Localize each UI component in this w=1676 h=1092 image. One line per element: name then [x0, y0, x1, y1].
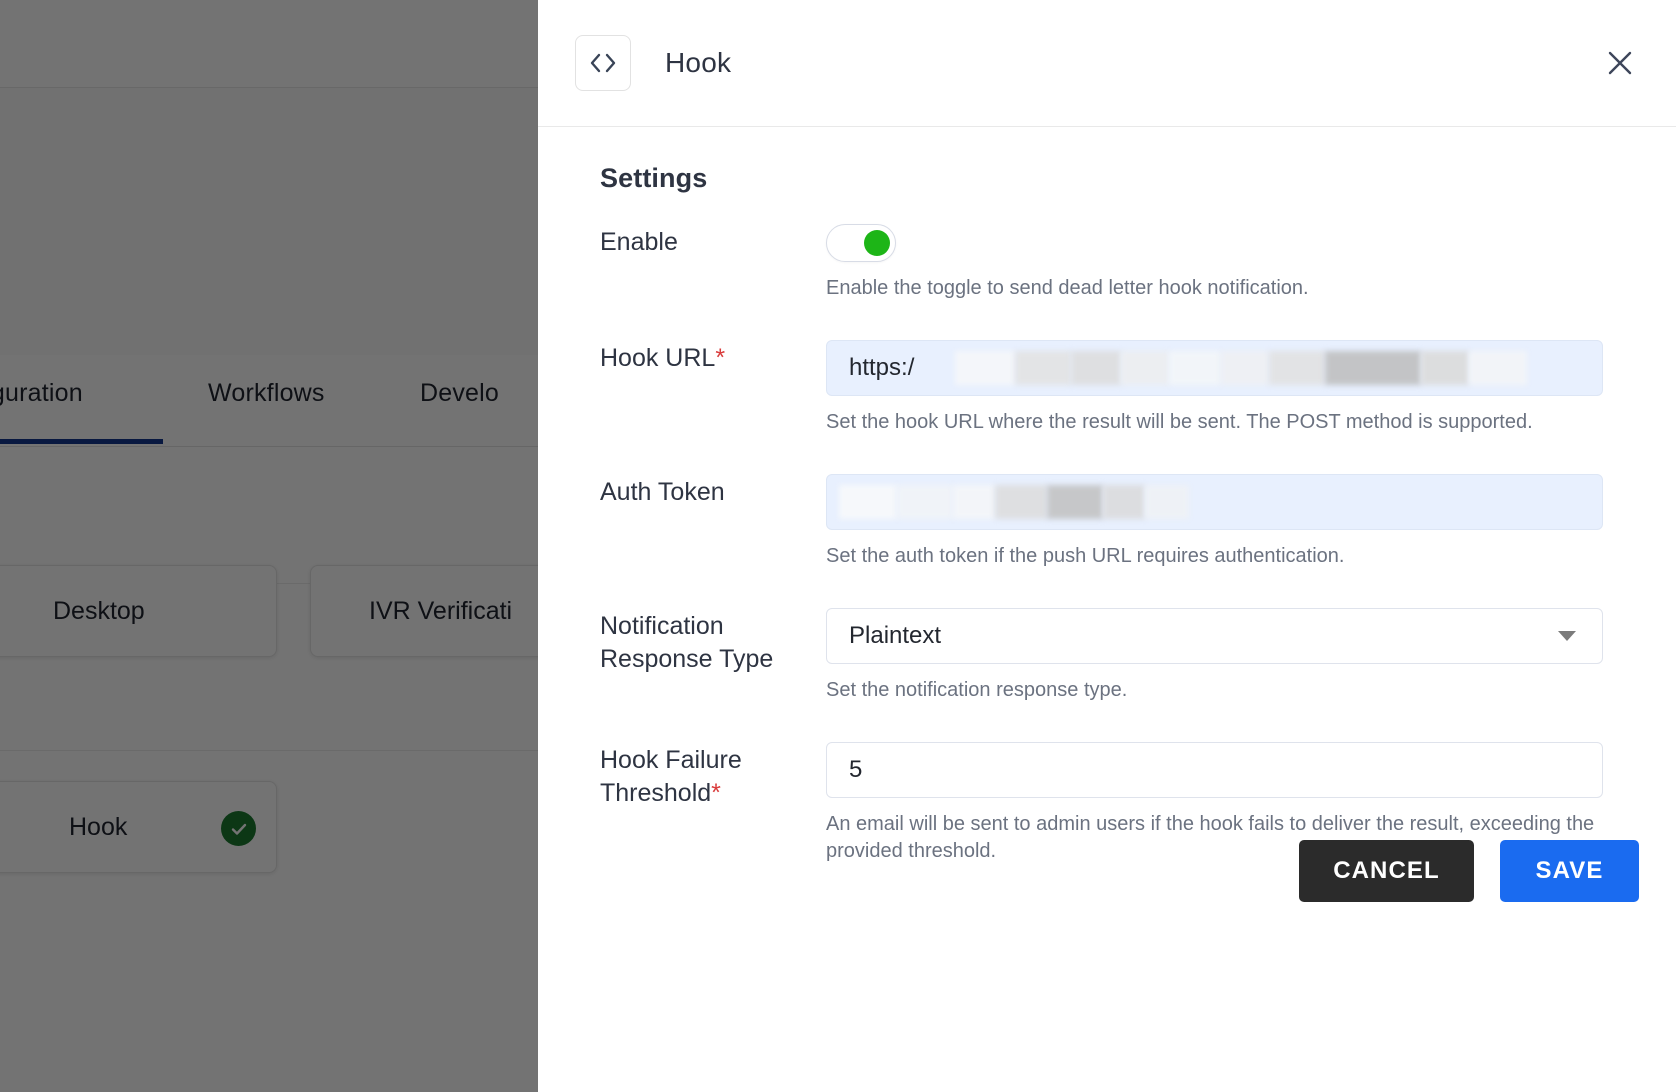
redacted-block — [1325, 351, 1421, 385]
field-row-auth-token: Auth Token Set the auth token if the pus… — [575, 474, 1639, 570]
redacted-block — [1121, 351, 1169, 385]
hook-url-label-text: Hook URL — [600, 344, 716, 372]
redacted-block — [897, 485, 953, 519]
panel-title: Hook — [665, 47, 732, 78]
close-icon[interactable] — [1600, 43, 1640, 83]
hook-failure-threshold-label: Hook Failure Threshold* — [575, 742, 826, 811]
redacted-block — [1421, 351, 1469, 385]
redacted-block — [1269, 351, 1325, 385]
redacted-block — [839, 485, 897, 519]
redacted-block — [1015, 351, 1071, 385]
panel-body: Settings Enable Enable the toggle to sen… — [538, 127, 1676, 1092]
notification-response-type-value: Plaintext — [849, 622, 942, 649]
hook-failure-threshold-value: 5 — [849, 756, 863, 783]
chevron-down-icon — [1558, 631, 1576, 641]
modal-scrim[interactable] — [0, 0, 538, 1092]
enable-hint: Enable the toggle to send dead letter ho… — [826, 277, 1309, 299]
hook-failure-threshold-input[interactable]: 5 — [826, 742, 1603, 798]
redacted-block — [955, 351, 1015, 385]
hook-url-label: Hook URL* — [575, 340, 826, 375]
hook-settings-panel: Hook Settings Enable Enable the toggle t… — [538, 0, 1676, 1092]
save-button[interactable]: SAVE — [1500, 840, 1639, 902]
auth-token-input[interactable] — [826, 474, 1603, 530]
required-marker: * — [711, 779, 721, 808]
toggle-knob — [864, 230, 890, 256]
notification-response-type-select[interactable]: Plaintext — [826, 608, 1603, 664]
redacted-block — [953, 485, 995, 519]
panel-actions: CANCEL SAVE — [1299, 840, 1639, 902]
field-row-hook-url: Hook URL* https:/ Set the hook URL where — [575, 340, 1639, 436]
notification-response-type-label: Notification Response Type — [600, 612, 774, 674]
auth-token-label: Auth Token — [600, 478, 725, 506]
hook-url-hint: Set the hook URL where the result will b… — [826, 411, 1533, 433]
cancel-button[interactable]: CANCEL — [1299, 840, 1474, 902]
enable-label: Enable — [600, 228, 678, 256]
redacted-block — [1221, 351, 1269, 385]
panel-header: Hook — [538, 0, 1676, 127]
hook-url-value: https:/ — [849, 354, 915, 381]
redacted-block — [1469, 351, 1527, 385]
enable-toggle[interactable] — [826, 224, 896, 262]
redacted-block — [1071, 351, 1121, 385]
settings-heading: Settings — [600, 163, 708, 193]
code-brackets-icon — [575, 35, 631, 91]
required-marker: * — [715, 344, 726, 372]
hook-url-input[interactable]: https:/ — [826, 340, 1603, 396]
redacted-block — [1145, 485, 1189, 519]
redacted-block — [995, 485, 1047, 519]
redacted-block — [1103, 485, 1145, 519]
background-app: figuration Workflows Develo Desktop IVR … — [0, 0, 538, 1092]
redacted-block — [1047, 485, 1103, 519]
field-row-enable: Enable Enable the toggle to send dead le… — [575, 224, 1639, 302]
field-row-notification-response-type: Notification Response Type Plaintext Set… — [575, 608, 1639, 704]
auth-token-hint: Set the auth token if the push URL requi… — [826, 545, 1345, 567]
redacted-block — [1169, 351, 1221, 385]
notification-response-type-hint: Set the notification response type. — [826, 679, 1128, 701]
